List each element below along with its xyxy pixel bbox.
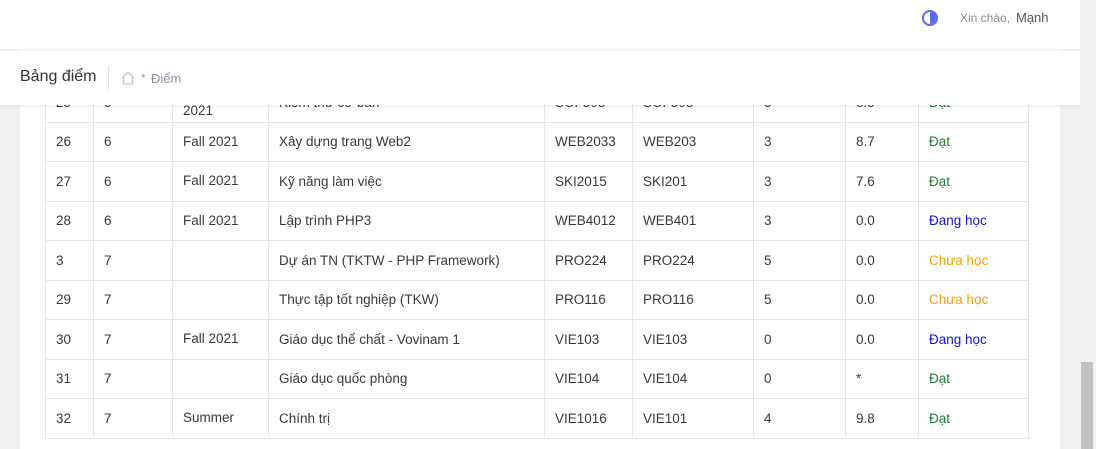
row-number: 3: [45, 240, 94, 281]
page-header: Bảng điểm • Điểm: [0, 51, 1080, 105]
row-semester: 7: [93, 240, 173, 281]
row-semester: 6: [93, 121, 173, 162]
row-term: Fall 2021: [172, 319, 269, 360]
row-subject-code: WEB2033: [544, 121, 633, 162]
scrollbar-thumb[interactable]: [1081, 362, 1093, 449]
row-replaced-code: PRO224: [632, 240, 754, 281]
row-credits: 3: [753, 200, 846, 241]
row-term: Fall 2021: [172, 161, 269, 202]
row-subject-name: Thực tập tốt nghiệp (TKW): [268, 279, 545, 320]
row-semester: 6: [93, 161, 173, 202]
row-credits: 4: [753, 398, 846, 439]
row-subject-code: VIE103: [544, 319, 633, 360]
row-term: [172, 358, 269, 399]
row-replaced-code: VIE104: [632, 358, 754, 399]
row-number: 28: [45, 200, 94, 241]
breadcrumb-separator: •: [141, 69, 146, 83]
row-subject-name: Xây dựng trang Web2: [268, 121, 545, 162]
row-term: Summer: [172, 398, 269, 439]
table-row: 26 6 Fall 2021 Xây dựng trang Web2 WEB2033 WE…: [45, 121, 1029, 162]
row-number: 32: [45, 398, 94, 439]
row-score: 0.0: [845, 319, 919, 360]
row-semester: 7: [93, 358, 173, 399]
row-number: 27: [45, 161, 94, 202]
row-term: [172, 279, 269, 320]
row-credits: 0: [753, 319, 846, 360]
row-score: 7.6: [845, 161, 919, 202]
row-subject-code: VIE104: [544, 358, 633, 399]
row-status: Đang học: [918, 319, 1029, 360]
row-subject-name: Lập trình PHP3: [268, 200, 545, 241]
row-semester: 7: [93, 319, 173, 360]
row-replaced-code: PRO116: [632, 279, 754, 320]
header-divider: [108, 66, 109, 90]
row-status: Chưa học: [918, 240, 1029, 281]
row-term: Fall 2021: [172, 200, 269, 241]
row-replaced-code: WEB401: [632, 200, 754, 241]
row-subject-code: VIE1016: [544, 398, 633, 439]
row-credits: 5: [753, 240, 846, 281]
row-semester: 7: [93, 279, 173, 320]
row-score: 0.0: [845, 279, 919, 320]
table-row: 3 7 Dự án TN (TKTW - PHP Framework) PRO224 P…: [45, 240, 1029, 281]
greeting-text: Xin chào,: [960, 11, 1011, 25]
row-score: 8.7: [845, 121, 919, 162]
row-status: Đạt: [918, 358, 1029, 399]
row-term: [172, 240, 269, 281]
row-replaced-code: WEB203: [632, 121, 754, 162]
transcript-rows: 255Summer 2021Kiểm thử cơ bảnSOF303SOF30…: [45, 82, 1029, 439]
breadcrumb-current[interactable]: Điểm: [151, 71, 181, 86]
row-subject-name: Dự án TN (TKTW - PHP Framework): [268, 240, 545, 281]
row-status: Đạt: [918, 121, 1029, 162]
top-navbar: Xin chào, Mạnh: [0, 0, 1080, 50]
row-score: 9.8: [845, 398, 919, 439]
row-credits: 0: [753, 358, 846, 399]
row-subject-name: Chính trị: [268, 398, 545, 439]
row-status: Đạt: [918, 398, 1029, 439]
home-icon[interactable]: [121, 71, 135, 85]
user-name[interactable]: Mạnh: [1016, 10, 1049, 25]
table-row: 30 7 Fall 2021 Giáo dục thể chất - Vovinam …: [45, 319, 1029, 360]
row-subject-name: Giáo dục quốc phòng: [268, 358, 545, 399]
table-row: 31 7 Giáo dục quốc phòng VIE104 VIE104 0 * Đạt: [45, 358, 1029, 399]
row-number: 30: [45, 319, 94, 360]
row-status: Đang học: [918, 200, 1029, 241]
row-subject-code: PRO116: [544, 279, 633, 320]
row-number: 29: [45, 279, 94, 320]
row-status: Đạt: [918, 161, 1029, 202]
scrollbar-track[interactable]: [1080, 0, 1096, 449]
row-subject-code: PRO224: [544, 240, 633, 281]
row-subject-name: Giáo dục thể chất - Vovinam 1: [268, 319, 545, 360]
row-status: Chưa học: [918, 279, 1029, 320]
row-replaced-code: SKI201: [632, 161, 754, 202]
row-credits: 3: [753, 121, 846, 162]
row-term: Fall 2021: [172, 121, 269, 162]
theme-toggle-icon[interactable]: [922, 10, 938, 26]
row-semester: 7: [93, 398, 173, 439]
row-subject-code: SKI2015: [544, 161, 633, 202]
row-subject-name: Kỹ năng làm việc: [268, 161, 545, 202]
row-credits: 5: [753, 279, 846, 320]
row-replaced-code: VIE101: [632, 398, 754, 439]
table-row: 27 6 Fall 2021 Kỹ năng làm việc SKI2015 SKI20…: [45, 161, 1029, 202]
app: 255Summer 2021Kiểm thử cơ bảnSOF303SOF30…: [0, 0, 1080, 449]
row-number: 31: [45, 358, 94, 399]
row-score: 0.0: [845, 200, 919, 241]
table-row: 28 6 Fall 2021 Lập trình PHP3 WEB4012 WEB401 3…: [45, 200, 1029, 241]
row-credits: 3: [753, 161, 846, 202]
row-replaced-code: VIE103: [632, 319, 754, 360]
row-semester: 6: [93, 200, 173, 241]
page-title: Bảng điểm: [20, 68, 97, 85]
row-subject-code: WEB4012: [544, 200, 633, 241]
table-row: 29 7 Thực tập tốt nghiệp (TKW) PRO116 PRO116…: [45, 279, 1029, 320]
row-score: 0.0: [845, 240, 919, 281]
row-number: 26: [45, 121, 94, 162]
transcript-table: 255Summer 2021Kiểm thử cơ bảnSOF303SOF30…: [45, 82, 1029, 439]
row-score: *: [845, 358, 919, 399]
table-row: 32 7 Summer Chính trị VIE1016 VIE101 4 9.8 Đạt: [45, 398, 1029, 439]
